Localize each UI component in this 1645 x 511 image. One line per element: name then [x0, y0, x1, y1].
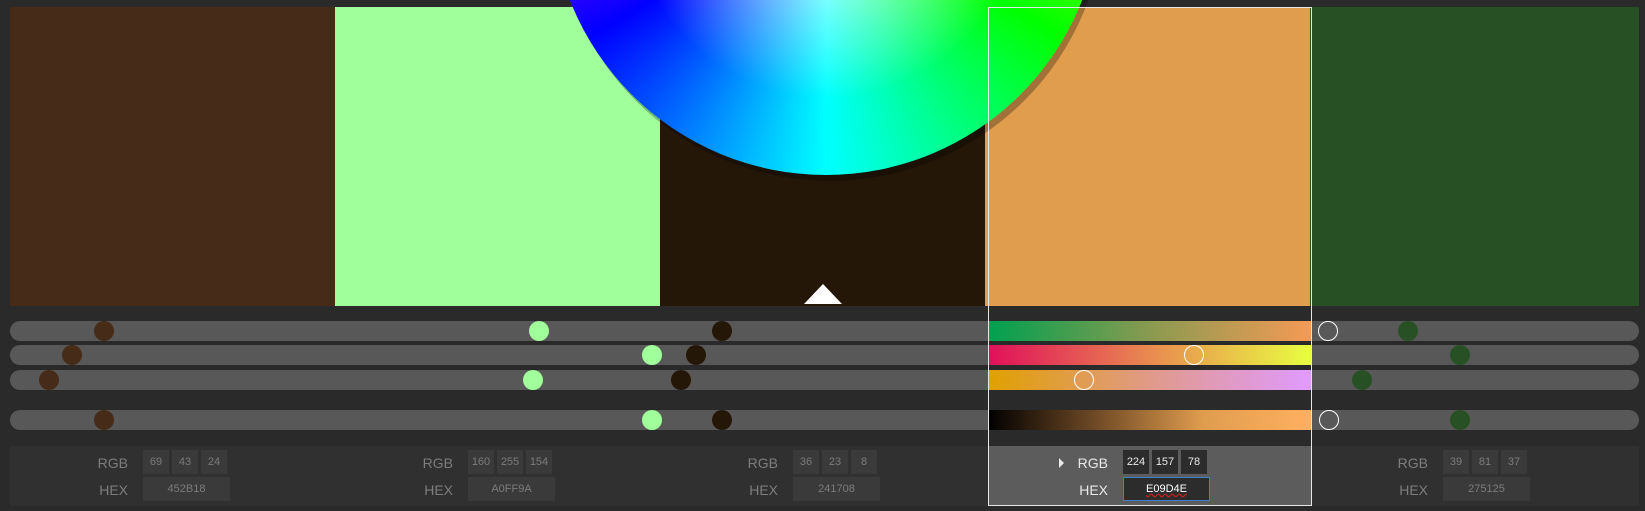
swatch-1[interactable] [10, 7, 335, 306]
hex-value-field[interactable]: 275125 [1443, 477, 1530, 501]
saturation-handle-3[interactable] [685, 345, 706, 365]
hex-value-field[interactable]: 241708 [793, 477, 880, 501]
green-value-field[interactable]: 255 [497, 450, 523, 474]
blue-value-field[interactable]: 154 [526, 450, 552, 474]
red-value-field[interactable]: 160 [468, 450, 494, 474]
hex-label: HEX [424, 482, 453, 498]
hex-label: HEX [1399, 482, 1428, 498]
rgb-label: RGB [1397, 455, 1428, 471]
saturation-slider-track[interactable] [10, 345, 1639, 365]
hex-label: HEX [749, 482, 778, 498]
blue-value-field[interactable]: 37 [1501, 450, 1527, 474]
hex-value-field[interactable]: A0FF9A [468, 477, 555, 501]
blue-value-field[interactable]: 8 [851, 450, 877, 474]
red-value-field[interactable]: 36 [793, 450, 819, 474]
lightness-handle-5[interactable] [1352, 370, 1373, 390]
blue-value-field[interactable]: 24 [201, 450, 227, 474]
hue-handle-1[interactable] [94, 321, 115, 341]
rgb-label: RGB [747, 455, 778, 471]
brightness-handle-4[interactable] [1319, 410, 1340, 430]
hue-handle-2[interactable] [529, 321, 550, 341]
lightness-handle-3[interactable] [671, 370, 692, 390]
triangle-up-icon [804, 284, 842, 304]
rgb-label: RGB [422, 455, 453, 471]
hue-handle-3[interactable] [711, 321, 732, 341]
red-value-field[interactable]: 69 [143, 450, 169, 474]
brightness-handle-3[interactable] [711, 410, 732, 430]
hue-handle-4[interactable] [1317, 321, 1338, 341]
lightness-handle-2[interactable] [522, 370, 543, 390]
hue-slider-track[interactable] [10, 321, 1639, 341]
green-value-field[interactable]: 23 [822, 450, 848, 474]
lightness-slider-track[interactable] [10, 370, 1639, 390]
rgb-label: RGB [97, 455, 128, 471]
brightness-handle-2[interactable] [641, 410, 662, 430]
green-value-field[interactable]: 43 [172, 450, 198, 474]
swatch-5[interactable] [1310, 7, 1639, 306]
saturation-handle-5[interactable] [1449, 345, 1470, 365]
brightness-handle-5[interactable] [1449, 410, 1470, 430]
brightness-handle-1[interactable] [94, 410, 115, 430]
green-value-field[interactable]: 81 [1472, 450, 1498, 474]
hue-handle-5[interactable] [1397, 321, 1418, 341]
lightness-handle-1[interactable] [39, 370, 60, 390]
saturation-handle-2[interactable] [641, 345, 662, 365]
hex-label: HEX [99, 482, 128, 498]
selected-swatch-frame [988, 7, 1312, 506]
hex-value-field[interactable]: 452B18 [143, 477, 230, 501]
brightness-slider-track[interactable] [10, 410, 1639, 430]
red-value-field[interactable]: 39 [1443, 450, 1469, 474]
saturation-handle-1[interactable] [61, 345, 82, 365]
